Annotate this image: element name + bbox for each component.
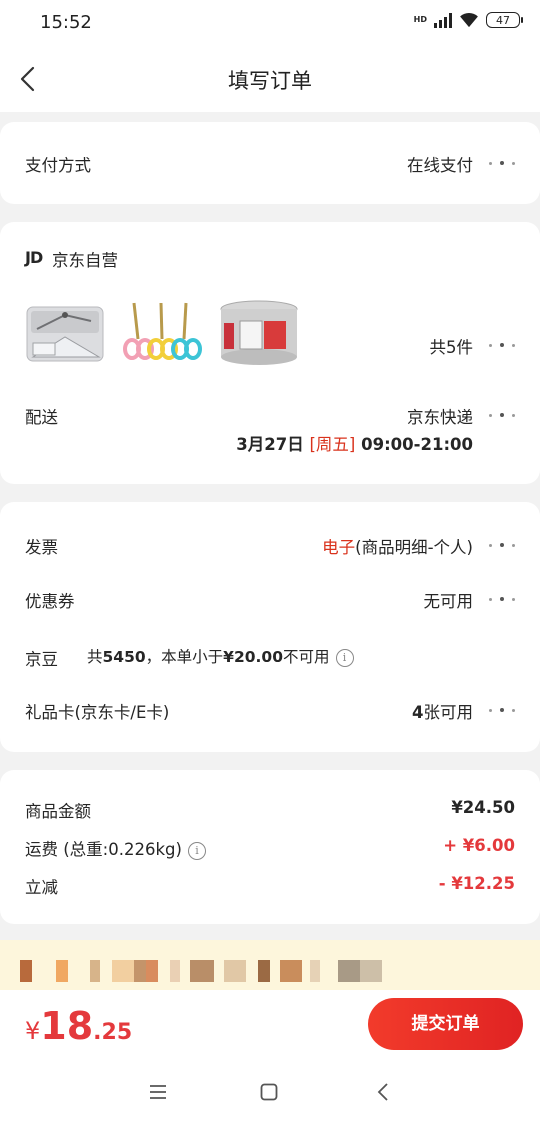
product-image-paper-clips[interactable] (218, 299, 300, 367)
delivery-time-range: 09:00-21:00 (361, 435, 473, 454)
payment-method-value: 在线支付 (407, 156, 473, 175)
options-card: 发票 电子(商品明细-个人) 优惠券 无可用 京豆 共5450，本单小于¥20.… (0, 502, 540, 752)
invoice-value[interactable]: 电子(商品明细-个人) (322, 534, 473, 558)
jingdou-count: 5450 (102, 648, 146, 666)
summary-card: 商品金额 ¥24.50 运费 (总重:0.226kg) i + ¥6.00 立减 … (0, 770, 540, 924)
delivery-date: 3月27日 (236, 435, 304, 454)
status-icons: HD 47 (413, 12, 523, 28)
invoice-type: 电子 (322, 538, 356, 557)
page-title: 填写订单 (228, 69, 312, 93)
discount-value: - ¥12.25 (438, 874, 515, 893)
giftcard-label: 礼品卡(京东卡/E卡) (25, 703, 170, 722)
discount-label: 立减 (25, 878, 58, 897)
delivery-method[interactable]: 京东快递 (407, 404, 473, 428)
status-time: 15:52 (40, 12, 92, 33)
wifi-icon (460, 13, 478, 28)
system-navigation-bar (0, 1062, 540, 1124)
info-icon[interactable]: i (335, 648, 354, 667)
more-dots-icon[interactable] (489, 158, 515, 168)
shipping-value: + ¥6.00 (443, 836, 515, 855)
info-icon[interactable]: i (187, 841, 206, 860)
total-price: ¥18.25 (25, 1004, 132, 1048)
product-image-compass-set[interactable] (25, 299, 107, 367)
payment-card[interactable]: 支付方式 在线支付 (0, 122, 540, 204)
shipping-label: 运费 (总重:0.226kg) i (25, 836, 206, 860)
coupon-value[interactable]: 无可用 (424, 588, 474, 612)
battery-icon: 47 (486, 12, 523, 28)
jingdou-info: 共5450，本单小于¥20.00不可用 i (87, 645, 354, 667)
store-name: 京东自营 (52, 251, 118, 270)
delivery-weekday: [周五] (309, 435, 356, 454)
checkout-bar: ¥18.25 提交订单 (0, 990, 540, 1062)
home-icon[interactable] (260, 1083, 278, 1101)
shipping-weight: (总重:0.226kg) (63, 840, 182, 859)
more-dots-icon[interactable] (489, 705, 515, 715)
status-bar: 15:52 HD 47 (0, 0, 540, 46)
invoice-detail: (商品明细-个人) (355, 538, 473, 557)
total-decimal: .25 (93, 1020, 133, 1045)
items-count: 共5件 (429, 338, 474, 357)
giftcard-count: 4 (412, 703, 424, 722)
payment-method-label: 支付方式 (25, 156, 91, 175)
shipping-label-text: 运费 (25, 840, 58, 859)
jingdou-mid-text: ，本单小于 (145, 648, 224, 666)
total-integer: 18 (40, 1004, 94, 1048)
nav-bar: 填写订单 (0, 46, 540, 112)
back-nav-icon[interactable] (376, 1082, 390, 1102)
jingdou-suffix: 不可用 (283, 648, 330, 666)
submit-order-button[interactable]: 提交订单 (368, 998, 523, 1050)
goods-amount-value: ¥24.50 (451, 798, 515, 817)
product-image-scissors[interactable] (120, 299, 202, 367)
jingdou-label: 京豆 (25, 650, 58, 669)
jingdou-threshold: ¥20.00 (223, 648, 283, 666)
jingdou-prefix: 共 (87, 648, 103, 666)
giftcard-value[interactable]: 4张可用 (412, 699, 473, 723)
promo-banner[interactable] (0, 940, 540, 994)
giftcard-suffix: 张可用 (423, 703, 474, 722)
goods-amount-label: 商品金额 (25, 802, 91, 821)
coupon-label: 优惠券 (25, 592, 75, 611)
delivery-label: 配送 (25, 408, 58, 427)
store-card: JD 京东自营 共5件 配送 京东快递 3月27日 [周五] 09:00-21:… (0, 222, 540, 484)
more-dots-icon[interactable] (489, 340, 515, 350)
promo-blurred-content (20, 960, 382, 982)
signal-icon (434, 12, 452, 28)
menu-icon[interactable] (149, 1084, 167, 1100)
delivery-time[interactable]: 3月27日 [周五] 09:00-21:00 (236, 431, 473, 455)
more-dots-icon[interactable] (489, 540, 515, 550)
invoice-label: 发票 (25, 538, 58, 557)
network-type-label: HD (413, 15, 427, 24)
jd-logo: JD (25, 248, 43, 267)
more-dots-icon[interactable] (489, 594, 515, 604)
currency-symbol: ¥ (25, 1017, 41, 1045)
more-dots-icon[interactable] (489, 410, 515, 420)
battery-level: 47 (496, 13, 510, 27)
